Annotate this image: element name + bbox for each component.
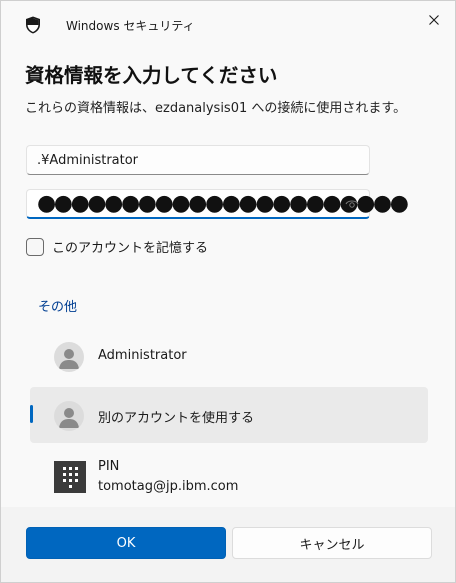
cancel-button[interactable]: キャンセル bbox=[232, 527, 432, 559]
pin-account-email: tomotag@jp.ibm.com bbox=[98, 479, 239, 494]
close-icon bbox=[429, 10, 439, 29]
account-option-administrator[interactable]: Administrator bbox=[30, 328, 428, 384]
user-avatar-icon bbox=[54, 401, 84, 431]
password-field[interactable]: ●●●●●●●●●●●●●●●●●●●●●● bbox=[26, 189, 409, 219]
dialog-content: Windows セキュリティ 資格情報を入力してください これらの資格情報は、e… bbox=[1, 1, 455, 507]
remember-account-checkbox-row[interactable]: このアカウントを記憶する bbox=[26, 237, 208, 256]
credentials-dialog: Windows セキュリティ 資格情報を入力してください これらの資格情報は、e… bbox=[0, 0, 456, 583]
account-option-pin[interactable]: PIN tomotag@jp.ibm.com bbox=[30, 445, 428, 507]
user-avatar-icon bbox=[54, 342, 84, 372]
username-field[interactable]: .¥Administrator bbox=[26, 145, 370, 175]
selection-indicator bbox=[30, 405, 33, 423]
account-label: Administrator bbox=[98, 348, 187, 363]
page-title: 資格情報を入力してください bbox=[25, 64, 278, 87]
account-label: 別のアカウントを使用する bbox=[98, 411, 255, 426]
username-value: .¥Administrator bbox=[37, 152, 139, 168]
pin-keypad-icon bbox=[54, 461, 86, 493]
account-option-use-different[interactable]: 別のアカウントを使用する bbox=[30, 387, 428, 443]
eye-icon[interactable] bbox=[345, 198, 359, 210]
description-text: これらの資格情報は、ezdanalysis01 への接続に使用されます。 bbox=[25, 101, 407, 116]
remember-checkbox[interactable] bbox=[26, 237, 44, 256]
close-button[interactable] bbox=[419, 5, 449, 33]
other-options-link[interactable]: その他 bbox=[38, 296, 77, 315]
shield-icon bbox=[25, 16, 41, 34]
title-bar: Windows セキュリティ bbox=[1, 1, 455, 47]
remember-label: このアカウントを記憶する bbox=[52, 241, 209, 256]
window-title: Windows セキュリティ bbox=[66, 19, 195, 33]
pin-label: PIN bbox=[98, 459, 120, 474]
ok-button[interactable]: OK bbox=[26, 527, 226, 559]
